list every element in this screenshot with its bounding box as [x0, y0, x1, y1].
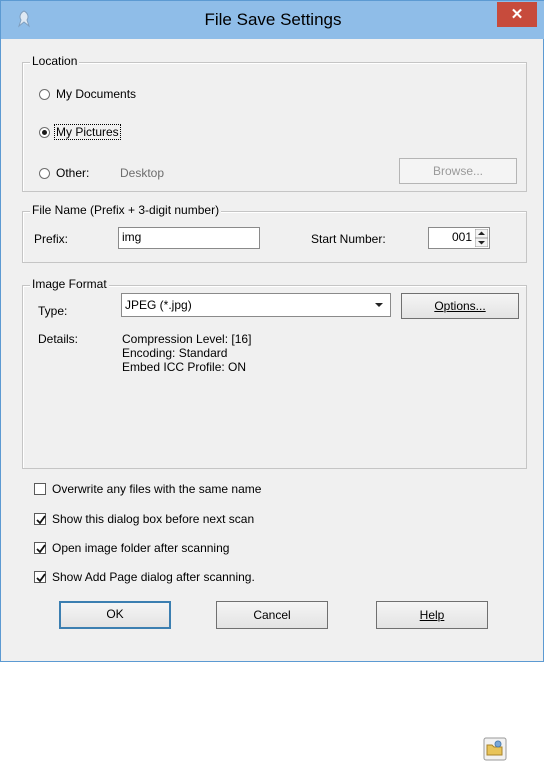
radio-other-label: Other:	[56, 166, 90, 180]
checkbox-overwrite-label: Overwrite any files with the same name	[52, 482, 262, 496]
details-label: Details:	[38, 332, 79, 346]
close-icon: ✕	[510, 6, 524, 23]
image-format-legend: Image Format	[30, 277, 109, 291]
radio-other[interactable]: Other:	[39, 166, 119, 182]
checkbox-box-checked[interactable]	[34, 513, 46, 525]
location-legend: Location	[30, 54, 80, 68]
file-name-legend: File Name (Prefix + 3-digit number)	[30, 203, 222, 217]
radio-circle[interactable]	[39, 89, 50, 100]
checkbox-open-folder-label: Open image folder after scanning	[52, 541, 230, 555]
radio-my-pictures-label: My Pictures	[54, 124, 121, 140]
ok-button[interactable]: OK	[59, 601, 171, 629]
radio-my-documents-label: My Documents	[56, 87, 137, 101]
help-button-label: Help	[419, 608, 445, 622]
window-title: File Save Settings	[204, 10, 342, 29]
radio-my-pictures[interactable]: My Pictures	[39, 124, 229, 142]
details-icc-profile: Embed ICC Profile: ON	[122, 360, 247, 374]
spinner-arrows-icon[interactable]	[474, 228, 489, 248]
close-button[interactable]: ✕	[497, 2, 537, 27]
checkbox-add-page-label: Show Add Page dialog after scanning.	[52, 570, 255, 584]
folder-image-icon	[483, 737, 507, 761]
checkbox-add-page[interactable]: Show Add Page dialog after scanning.	[34, 570, 334, 586]
start-number-value: 001	[451, 230, 472, 244]
radio-circle-selected[interactable]	[39, 127, 50, 138]
radio-my-documents[interactable]: My Documents	[39, 87, 229, 103]
checkbox-open-folder[interactable]: Open image folder after scanning	[34, 541, 334, 557]
type-label: Type:	[38, 304, 68, 318]
type-select-value: JPEG (*.jpg)	[125, 298, 192, 312]
details-compression: Compression Level: [16]	[122, 332, 252, 346]
start-number-label: Start Number:	[311, 232, 386, 246]
title-bar[interactable]: File Save Settings ✕	[1, 1, 544, 39]
details-encoding: Encoding: Standard	[122, 346, 228, 360]
browse-button[interactable]: Browse...	[399, 158, 517, 184]
checkbox-show-dialog-label: Show this dialog box before next scan	[52, 512, 255, 526]
radio-circle[interactable]	[39, 168, 50, 179]
checkbox-box-checked[interactable]	[34, 571, 46, 583]
other-path-text: Desktop	[120, 166, 165, 180]
checkbox-overwrite[interactable]: Overwrite any files with the same name	[34, 482, 334, 498]
prefix-input[interactable]: img	[118, 227, 260, 249]
options-button[interactable]: Options...	[401, 293, 519, 319]
prefix-label: Prefix:	[34, 232, 69, 246]
checkbox-show-dialog[interactable]: Show this dialog box before next scan	[34, 512, 334, 528]
file-save-settings-window: File Save Settings ✕ Location My Documen…	[0, 0, 544, 662]
checkbox-box[interactable]	[34, 483, 46, 495]
checkbox-box-checked[interactable]	[34, 542, 46, 554]
help-button[interactable]: Help	[376, 601, 488, 629]
details-list: Compression Level: [16] Encoding: Standa…	[122, 332, 251, 374]
cancel-button[interactable]: Cancel	[216, 601, 328, 629]
options-button-label: Options...	[434, 299, 486, 313]
type-select[interactable]: JPEG (*.jpg)	[121, 293, 391, 317]
chevron-down-icon[interactable]	[371, 297, 387, 313]
